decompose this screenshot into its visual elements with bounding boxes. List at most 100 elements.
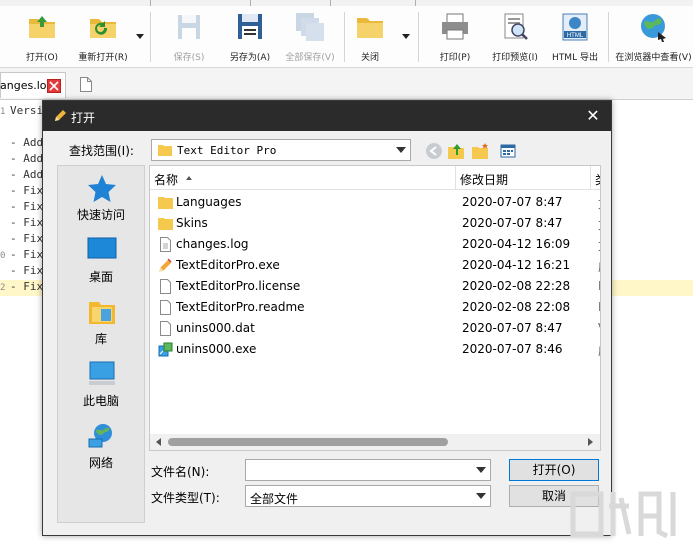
new-document-icon[interactable]	[80, 77, 92, 92]
print-preview-button-label: 打印预览(I)	[492, 53, 538, 63]
editor-line: - Fix	[10, 200, 44, 213]
file-row-languages[interactable]: Languages 2020-07-07 8:47 文	[150, 192, 600, 213]
file-name: TextEditorPro.exe	[176, 258, 280, 272]
file-date: 2020-07-07 8:47	[462, 216, 563, 230]
open-confirm-button[interactable]: 打开(O)	[509, 459, 599, 481]
file-date: 2020-07-07 8:47	[462, 321, 563, 335]
folder-open-icon	[29, 16, 55, 38]
editor-line: - Add	[10, 136, 44, 149]
scrollbar-thumb[interactable]	[168, 438, 448, 446]
folder-icon	[158, 145, 172, 156]
horizontal-scrollbar[interactable]	[150, 434, 600, 450]
file-row-texteditorpro-license[interactable]: TextEditorPro.license 2020-02-08 22:28 L	[150, 276, 600, 297]
file-date: 2020-07-07 8:46	[462, 342, 563, 356]
look-in-dropdown[interactable]: Text Editor Pro	[151, 139, 411, 161]
file-name: TextEditorPro.readme	[176, 300, 305, 314]
text-file-icon	[160, 321, 171, 336]
html-export-button[interactable]: HTML HTML 导出	[550, 6, 600, 68]
ribbon-separator	[150, 12, 151, 62]
scroll-left-arrow[interactable]	[156, 438, 161, 446]
close-file-button-label: 关闭	[360, 53, 379, 63]
text-file-icon	[160, 300, 171, 315]
place-libraries[interactable]: 库	[58, 294, 144, 352]
file-row-changes-log[interactable]: changes.log 2020-04-12 16:09 文	[150, 234, 600, 255]
reopen-button[interactable]: 重新打开(R)	[74, 6, 132, 68]
save-all-button-label: 全部保存(V)	[285, 53, 335, 63]
editor-line: - Fix	[10, 184, 44, 197]
place-label: 网络	[88, 456, 113, 470]
file-row-unins000-exe[interactable]: unins000.exe 2020-07-07 8:46 应	[150, 339, 600, 360]
editor-line: - Add	[10, 152, 44, 165]
column-header-type[interactable]: 类	[595, 171, 600, 188]
column-divider[interactable]	[590, 166, 591, 190]
file-type: R	[598, 300, 600, 314]
save-button[interactable]: 保存(S)	[164, 6, 214, 68]
column-header-name[interactable]: 名称	[154, 171, 178, 188]
file-date: 2020-02-08 22:28	[462, 279, 571, 293]
file-name: Skins	[176, 216, 208, 230]
file-row-texteditorpro-readme[interactable]: TextEditorPro.readme 2020-02-08 22:08 R	[150, 297, 600, 318]
new-folder-icon[interactable]	[471, 142, 489, 160]
html-export-icon: HTML	[562, 13, 588, 41]
place-desktop[interactable]: 桌面	[58, 232, 144, 290]
print-button[interactable]: 打印(P)	[432, 6, 478, 68]
view-in-browser-button[interactable]: 在浏览器中查看(V)	[614, 6, 693, 68]
text-file-icon	[160, 237, 171, 252]
save-all-icon	[296, 13, 324, 41]
editor-line: 0- Fix	[0, 248, 44, 261]
document-tab-strip: changes.log	[0, 68, 693, 100]
chevron-down-icon[interactable]	[476, 493, 486, 499]
file-type: 应	[598, 342, 600, 359]
dialog-close-button[interactable]: ✕	[586, 108, 600, 124]
place-quick-access[interactable]: 快速访问	[58, 170, 144, 228]
close-dropdown-arrow[interactable]	[402, 34, 410, 40]
close-icon[interactable]	[47, 79, 61, 93]
file-name: changes.log	[176, 237, 249, 251]
reopen-button-label: 重新打开(R)	[78, 53, 128, 63]
editor-line: 1 Versi	[0, 104, 44, 117]
places-bar: 快速访问 桌面 库 此电脑 网络	[57, 165, 145, 523]
folder-reopen-icon	[90, 19, 116, 38]
ribbon-separator	[344, 12, 345, 62]
network-icon	[88, 424, 112, 448]
place-this-pc[interactable]: 此电脑	[58, 356, 144, 414]
file-name-input[interactable]	[245, 459, 491, 481]
file-row-unins000-dat[interactable]: unins000.dat 2020-07-07 8:47 V	[150, 318, 600, 339]
save-as-button[interactable]: 另存为(A)	[222, 6, 278, 68]
column-divider[interactable]	[455, 166, 456, 190]
ribbon-separator	[418, 12, 419, 62]
file-list[interactable]: 名称 修改日期 类 Languages 2020-07-07 8:47 文 Sk…	[149, 165, 601, 451]
reopen-dropdown-arrow[interactable]	[136, 34, 144, 40]
ribbon-separator	[608, 12, 609, 62]
print-preview-button[interactable]: 打印预览(I)	[486, 6, 544, 68]
place-label: 此电脑	[82, 394, 119, 408]
scroll-right-arrow[interactable]	[588, 438, 593, 446]
print-preview-icon	[504, 13, 528, 40]
computer-icon	[89, 361, 115, 385]
place-network[interactable]: 网络	[58, 418, 144, 476]
place-label: 快速访问	[76, 208, 125, 222]
back-arrow-icon[interactable]	[425, 142, 443, 160]
file-date: 2020-04-12 16:09	[462, 237, 571, 251]
open-button[interactable]: 打开(O)	[20, 6, 64, 68]
up-folder-icon[interactable]	[447, 142, 465, 160]
file-date: 2020-07-07 8:47	[462, 195, 563, 209]
close-file-button[interactable]: 关闭	[350, 6, 390, 68]
folder-icon	[158, 197, 173, 209]
save-icon	[178, 15, 200, 39]
column-header-date[interactable]: 修改日期	[460, 171, 508, 188]
file-row-texteditorpro-exe[interactable]: TextEditorPro.exe 2020-04-12 16:21 应	[150, 255, 600, 276]
save-all-button[interactable]: 全部保存(V)	[282, 6, 338, 68]
file-type-dropdown[interactable]: 全部文件	[245, 485, 491, 507]
tab-changes-log[interactable]: changes.log	[0, 72, 66, 98]
file-type: 文	[598, 216, 600, 233]
dialog-title-bar[interactable]: 打开 ✕	[43, 101, 611, 131]
view-menu-icon[interactable]	[499, 142, 517, 160]
pencil-icon	[55, 110, 66, 121]
file-type: V	[598, 321, 600, 335]
file-row-skins[interactable]: Skins 2020-07-07 8:47 文	[150, 213, 600, 234]
chevron-down-icon[interactable]	[476, 467, 486, 473]
desktop-icon	[87, 237, 117, 259]
star-icon	[88, 175, 116, 202]
file-type: 文	[598, 195, 600, 212]
